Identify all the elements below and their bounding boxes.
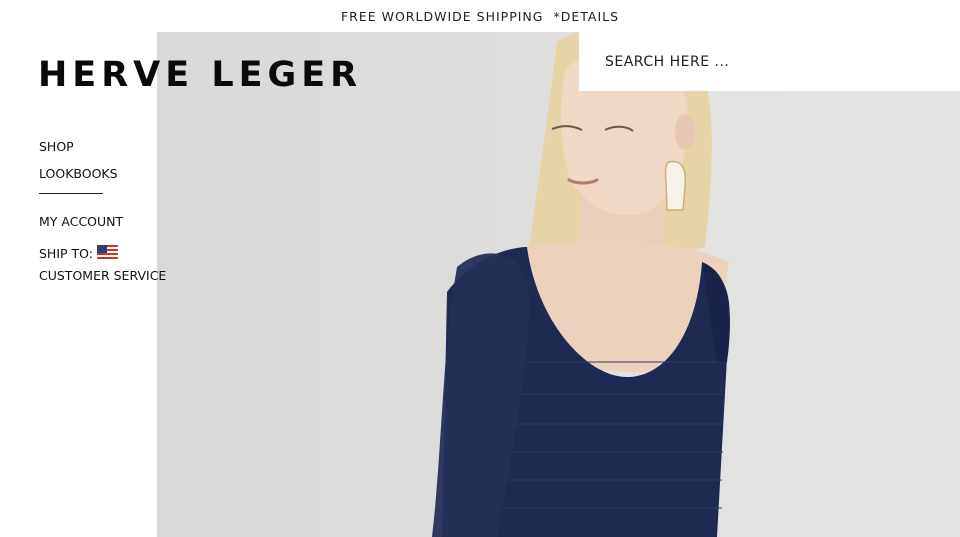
us-flag-icon[interactable]: [97, 244, 118, 259]
nav-divider: [39, 193, 103, 194]
nav-item-lookbooks[interactable]: LOOKBOOKS: [39, 165, 166, 192]
ship-to-label: SHIP TO:: [39, 246, 93, 261]
page: FREE WORLDWIDE SHIPPING *DETAILS HERVE L…: [0, 0, 960, 537]
nav-item-ship-to[interactable]: SHIP TO:: [39, 240, 166, 267]
search-bar[interactable]: [579, 32, 960, 91]
brand-logo[interactable]: HERVE LEGER: [38, 54, 362, 96]
nav-item-my-account[interactable]: MY ACCOUNT: [39, 213, 166, 240]
hero-image[interactable]: [157, 32, 960, 537]
main-nav: SHOP LOOKBOOKS MY ACCOUNT SHIP TO: CUSTO…: [39, 138, 166, 294]
model-illustration: [432, 32, 730, 537]
search-input[interactable]: [603, 52, 937, 71]
nav-item-customer-service[interactable]: CUSTOMER SERVICE: [39, 267, 166, 294]
nav-item-shop[interactable]: SHOP: [39, 138, 166, 165]
shipping-banner: FREE WORLDWIDE SHIPPING *DETAILS: [0, 0, 960, 32]
shipping-text: FREE WORLDWIDE SHIPPING: [340, 8, 544, 24]
shipping-details-link[interactable]: *DETAILS: [553, 9, 619, 24]
